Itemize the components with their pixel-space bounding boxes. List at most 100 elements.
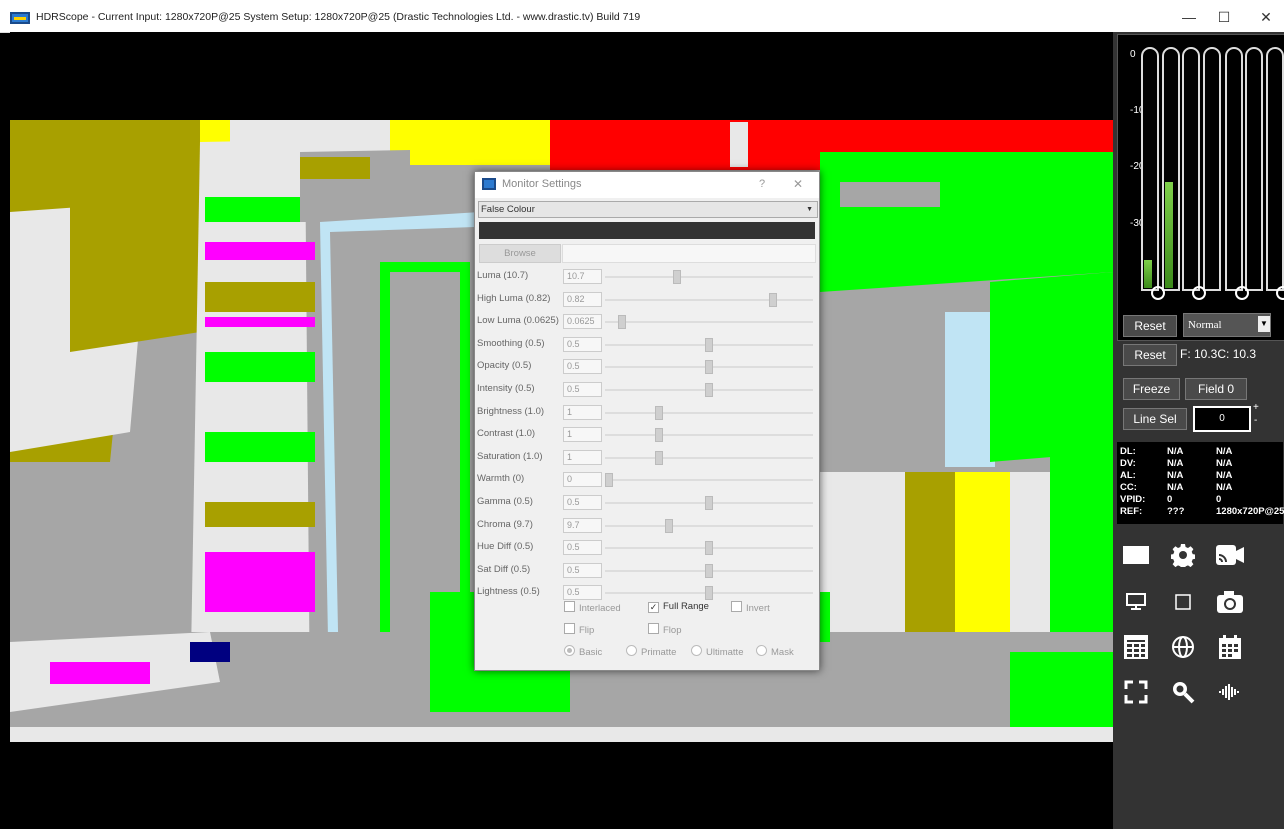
reset-button-2[interactable]: Reset xyxy=(1123,344,1177,366)
slider-label: High Luma (0.82) xyxy=(477,292,551,304)
slider-value-field[interactable]: 0.5 xyxy=(563,540,602,556)
slider-value-field[interactable]: 0.5 xyxy=(563,495,602,510)
channel-select-ring-icon[interactable] xyxy=(1192,286,1206,300)
slider-thumb[interactable] xyxy=(705,496,713,510)
slider-thumb[interactable] xyxy=(617,315,626,330)
channel-select-ring-icon[interactable] xyxy=(1276,286,1284,300)
camera-icon[interactable] xyxy=(1212,584,1248,620)
slider-label: Sat Diff (0.5) xyxy=(477,563,531,575)
info-v1: N/A xyxy=(1167,470,1184,481)
line-decrement[interactable]: - xyxy=(1254,415,1257,426)
slider-value-field[interactable]: 0.5 xyxy=(563,359,602,375)
gear-icon[interactable] xyxy=(1165,537,1201,573)
window-title: HDRScope - Current Input: 1280x720P@25 S… xyxy=(36,11,641,23)
slider-track[interactable] xyxy=(605,456,813,459)
slider-thumb[interactable] xyxy=(705,586,713,601)
slider-label: Luma (10.7) xyxy=(477,270,529,281)
slider-row: Low Luma (0.0625) 0.0625 xyxy=(477,312,817,332)
slider-track[interactable] xyxy=(605,479,813,482)
calendar-icon[interactable] xyxy=(1212,629,1248,665)
interlaced-checkbox[interactable]: Interlaced xyxy=(564,601,621,614)
freeze-button[interactable]: Freeze xyxy=(1123,378,1180,400)
slider-value-field[interactable]: 0.0625 xyxy=(563,314,602,330)
fc-readout: F: 10.3C: 10.3 xyxy=(1180,347,1257,361)
fullscreen-icon[interactable] xyxy=(1118,674,1154,710)
slider-thumb[interactable] xyxy=(705,563,713,578)
slider-thumb[interactable] xyxy=(665,518,673,533)
slider-thumb[interactable] xyxy=(655,450,663,465)
slider-track[interactable] xyxy=(605,321,813,324)
full-range-label: Full Range xyxy=(663,601,709,612)
field-button[interactable]: Field 0 xyxy=(1185,378,1247,400)
maximize-button[interactable]: ☐ xyxy=(1202,6,1246,28)
dialog-title-bar[interactable]: Monitor Settings ? ✕ xyxy=(475,172,819,198)
slider-thumb[interactable] xyxy=(705,337,713,352)
slider-thumb[interactable] xyxy=(655,405,663,420)
square-icon[interactable] xyxy=(1165,584,1201,620)
audio-meter-1 xyxy=(1141,47,1159,291)
channel-select-ring-icon[interactable] xyxy=(1235,286,1249,300)
close-button[interactable]: ✕ xyxy=(1244,6,1284,28)
slider-track[interactable] xyxy=(605,411,813,414)
slider-track[interactable] xyxy=(605,434,813,437)
slider-row: Gamma (0.5) 0.5 xyxy=(477,493,817,513)
info-v2: N/A xyxy=(1216,470,1233,481)
slider-value-field[interactable]: 0.5 xyxy=(563,336,602,352)
slider-thumb[interactable] xyxy=(655,428,663,443)
slider-value-field[interactable]: 0.5 xyxy=(563,585,602,601)
info-k: CC: xyxy=(1120,482,1137,493)
line-input[interactable]: 0 xyxy=(1193,406,1251,432)
invert-checkbox[interactable]: Invert xyxy=(731,601,770,614)
help-icon[interactable]: ? xyxy=(759,178,765,190)
slider-thumb[interactable] xyxy=(705,383,713,397)
info-v2: 0 xyxy=(1216,494,1222,505)
info-k: AL: xyxy=(1120,470,1136,481)
flop-checkbox[interactable]: Flop xyxy=(648,623,681,636)
table-icon[interactable] xyxy=(1118,629,1154,665)
slider-value-field[interactable]: 9.7 xyxy=(563,517,602,533)
primatte-radio[interactable]: Primatte xyxy=(626,645,676,658)
full-range-checkbox[interactable]: ✓ Full Range xyxy=(648,601,709,613)
mode-select[interactable]: Normal ▼ xyxy=(1183,313,1271,337)
basic-radio[interactable]: Basic xyxy=(564,645,602,658)
cast-video-icon[interactable] xyxy=(1212,537,1248,573)
display-icon[interactable] xyxy=(1118,537,1154,573)
slider-thumb[interactable] xyxy=(769,292,777,307)
slider-thumb[interactable] xyxy=(705,360,713,375)
slider-value-field[interactable]: 0.5 xyxy=(563,382,602,397)
slider-row: Intensity (0.5) 0.5 xyxy=(477,380,817,400)
slider-track[interactable] xyxy=(605,276,813,278)
reset-button-1[interactable]: Reset xyxy=(1123,315,1177,337)
line-sel-button[interactable]: Line Sel xyxy=(1123,408,1187,430)
chevron-down-icon: ▼ xyxy=(1258,316,1270,332)
slider-value-field[interactable]: 1 xyxy=(563,404,602,420)
zoom-icon[interactable] xyxy=(1165,674,1201,710)
radio-icon xyxy=(756,645,767,656)
ultimatte-radio[interactable]: Ultimatte xyxy=(691,645,743,658)
flip-checkbox[interactable]: Flip xyxy=(564,623,594,636)
dialog-close-icon[interactable]: ✕ xyxy=(793,177,803,191)
mask-radio[interactable]: Mask xyxy=(756,645,794,658)
file-path-field[interactable] xyxy=(562,244,816,263)
mode-dropdown-value: False Colour xyxy=(481,204,535,215)
slider-value-field[interactable]: 1 xyxy=(563,427,602,443)
channel-select-ring-icon[interactable] xyxy=(1151,286,1165,300)
checkmark-icon: ✓ xyxy=(648,602,659,613)
mode-dropdown[interactable]: False Colour ▼ xyxy=(478,201,818,218)
slider-track[interactable] xyxy=(605,298,813,301)
slider-value-field[interactable]: 0.82 xyxy=(563,291,602,307)
radio-selected-icon xyxy=(564,645,575,656)
slider-value-field[interactable]: 0.5 xyxy=(563,562,602,578)
slider-thumb[interactable] xyxy=(605,473,613,488)
waveform-icon[interactable] xyxy=(1212,674,1248,710)
slider-value-field[interactable]: 0 xyxy=(563,472,602,488)
slider-track[interactable] xyxy=(605,524,813,527)
globe-icon[interactable] xyxy=(1165,629,1201,665)
browse-button[interactable]: Browse xyxy=(479,244,561,263)
line-increment[interactable]: + xyxy=(1253,402,1259,413)
slider-thumb[interactable] xyxy=(673,270,681,284)
slider-thumb[interactable] xyxy=(705,541,713,556)
slider-value-field[interactable]: 1 xyxy=(563,449,602,465)
monitor-icon[interactable] xyxy=(1118,584,1154,620)
slider-value-field[interactable]: 10.7 xyxy=(563,269,602,284)
